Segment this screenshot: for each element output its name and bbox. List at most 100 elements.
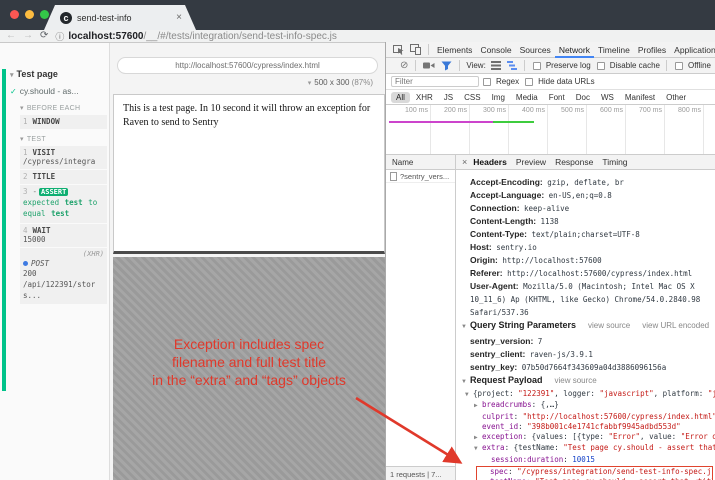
payload-line[interactable]: ▼{project: "122391", logger: "javascript… [456, 389, 715, 400]
type-filter-pill[interactable]: JS [439, 92, 458, 103]
tree-toggle-icon[interactable]: ▶ [474, 433, 482, 443]
devtools-tab[interactable]: Profiles [634, 42, 670, 58]
assert-badge: ASSERT [39, 188, 68, 196]
reload-icon[interactable]: ⟳ [40, 31, 48, 41]
type-filter-pill[interactable]: Doc [571, 92, 595, 103]
header-row: User-Agent: Mozilla/5.0 (Macintosh; Inte… [456, 279, 715, 318]
viewport-size-label[interactable]: ▾500 x 300 (87%) [308, 78, 373, 87]
devtools-tab[interactable]: Console [476, 42, 515, 58]
type-filter-pill[interactable]: Media [511, 92, 543, 103]
devtools-tab[interactable]: Timeline [594, 42, 634, 58]
query-param-row: sentry_key: 07b50d7664f343609a04d3886096… [456, 360, 715, 373]
detail-tab[interactable]: Preview [516, 157, 546, 167]
traffic-light-minimize[interactable] [25, 10, 34, 19]
time-tick: 400 ms [509, 105, 548, 154]
back-icon[interactable]: ← [6, 31, 16, 41]
devtools-tab[interactable]: Application [670, 42, 715, 58]
devtools-panel: ElementsConsoleSourcesNetworkTimelinePro… [385, 42, 715, 480]
tree-toggle-icon[interactable]: ▼ [474, 444, 482, 454]
query-string-section[interactable]: ▼Query String Parametersview sourceview … [456, 318, 715, 334]
clear-icon[interactable]: ⊘ [400, 61, 408, 71]
request-row[interactable]: ?sentry_vers... [386, 170, 455, 183]
detail-tab[interactable]: Response [555, 157, 593, 167]
header-row: Connection: keep-alive [456, 201, 715, 214]
page-text: This is a test page. In 10 second it wil… [123, 103, 370, 128]
test-section-label[interactable]: ▾TEST [20, 135, 107, 143]
payload-line[interactable]: ▶exception: {values: [{type: "Error", va… [456, 432, 715, 443]
offline-checkbox[interactable] [675, 62, 683, 70]
devtools-tab[interactable]: Sources [516, 42, 555, 58]
network-overview[interactable]: 100 ms200 ms300 ms400 ms500 ms600 ms700 … [386, 105, 715, 155]
view-url-encoded-link[interactable]: view URL encoded [642, 321, 709, 330]
devtools-tab[interactable]: Network [555, 42, 594, 58]
type-filter-pill[interactable]: All [391, 92, 410, 103]
command-window[interactable]: 1WINDOW [20, 115, 107, 129]
show-overview-icon[interactable] [507, 61, 517, 70]
collapse-icon: ▼ [461, 379, 467, 385]
type-filter-pill[interactable]: Other [661, 92, 691, 103]
preserve-log-checkbox[interactable] [533, 62, 541, 70]
app-iframe: This is a test page. In 10 second it wil… [113, 94, 385, 254]
tree-toggle-icon[interactable]: ▼ [465, 390, 473, 400]
divider [428, 44, 429, 55]
time-tick: 800 ms [665, 105, 704, 154]
address-bar[interactable]: localhost:57600/__/#/tests/integration/s… [68, 31, 336, 42]
tree-toggle-icon[interactable]: ▶ [474, 401, 482, 411]
view-source-link[interactable]: view source [554, 376, 596, 385]
url-host: localhost:57600 [68, 31, 143, 42]
cypress-runner: ▾Test page ✓cy.should - as... ▾BEFORE EA… [0, 43, 385, 480]
tab-close-icon[interactable]: × [176, 12, 182, 23]
payload-line[interactable]: ▼extra: {testName: "Test page cy.should … [456, 443, 715, 454]
browser-tab[interactable]: c send-test-info × [44, 5, 196, 30]
type-filter-pill[interactable]: CSS [459, 92, 485, 103]
type-filter-pill[interactable]: WS [596, 92, 619, 103]
cypress-stage: http://localhost:57600/cypress/index.htm… [110, 43, 385, 480]
device-toolbar-icon[interactable] [410, 44, 421, 55]
type-filter-pill[interactable]: Manifest [620, 92, 660, 103]
collapse-icon: ▾ [10, 72, 14, 79]
requests-summary: 1 requests | 7... [386, 466, 455, 480]
traffic-light-zoom[interactable] [40, 10, 49, 19]
command-wait[interactable]: 4WAIT 15000 [20, 224, 107, 247]
name-column-header[interactable]: Name [386, 155, 456, 170]
payload-line: culprit: "http://localhost:57600/cypress… [456, 412, 715, 422]
time-tick: 200 ms [431, 105, 470, 154]
close-detail-icon[interactable]: × [462, 157, 467, 167]
command-visit[interactable]: 1VISIT /cypress/integra [20, 146, 107, 169]
command-assert[interactable]: 3-ASSERT expected test to equal test [20, 185, 107, 223]
query-param-row: sentry_client: raven-js/3.9.1 [456, 347, 715, 360]
aut-url-bar[interactable]: http://localhost:57600/cypress/index.htm… [117, 57, 378, 74]
time-tick: 300 ms [470, 105, 509, 154]
assert-message: expected test to equal test [23, 197, 104, 220]
regex-checkbox[interactable] [483, 78, 491, 86]
devtools-tab[interactable]: Elements [433, 42, 476, 58]
type-filter-pill[interactable]: XHR [411, 92, 438, 103]
filter-funnel-icon[interactable] [441, 61, 452, 71]
forward-icon[interactable]: → [23, 31, 33, 41]
type-filter-pill[interactable]: Font [544, 92, 570, 103]
detail-tab[interactable]: Timing [602, 157, 627, 167]
divider [524, 60, 525, 71]
request-payload-section[interactable]: ▼Request Payloadview source [456, 373, 715, 389]
suite-header[interactable]: ▾Test page [10, 69, 107, 79]
document-icon [390, 172, 397, 181]
command-title[interactable]: 2TITLE [20, 170, 107, 184]
inspect-element-icon[interactable] [393, 44, 404, 55]
detail-tab[interactable]: Headers [473, 157, 507, 167]
view-label: View: [466, 61, 485, 70]
filter-input[interactable] [391, 76, 479, 87]
collapse-icon: ▾ [20, 105, 24, 112]
type-filter-pill[interactable]: Img [487, 92, 510, 103]
payload-line[interactable]: ▶breadcrumbs: {,…} [456, 400, 715, 411]
command-xhr[interactable]: (XHR) POST 200 /api/122391/stor s... [20, 248, 107, 305]
traffic-light-close[interactable] [10, 10, 19, 19]
browser-window: c send-test-info × ← → ⟳ ⓘ localhost:576… [0, 0, 715, 480]
hide-data-urls-checkbox[interactable] [525, 78, 533, 86]
page-info-icon[interactable]: ⓘ [55, 30, 64, 43]
screenshot-icon[interactable] [423, 61, 435, 70]
before-each-label[interactable]: ▾BEFORE EACH [20, 104, 107, 112]
view-source-link[interactable]: view source [588, 321, 630, 330]
large-rows-icon[interactable] [491, 61, 501, 70]
test-result[interactable]: ✓cy.should - as... [10, 86, 107, 96]
disable-cache-checkbox[interactable] [597, 62, 605, 70]
